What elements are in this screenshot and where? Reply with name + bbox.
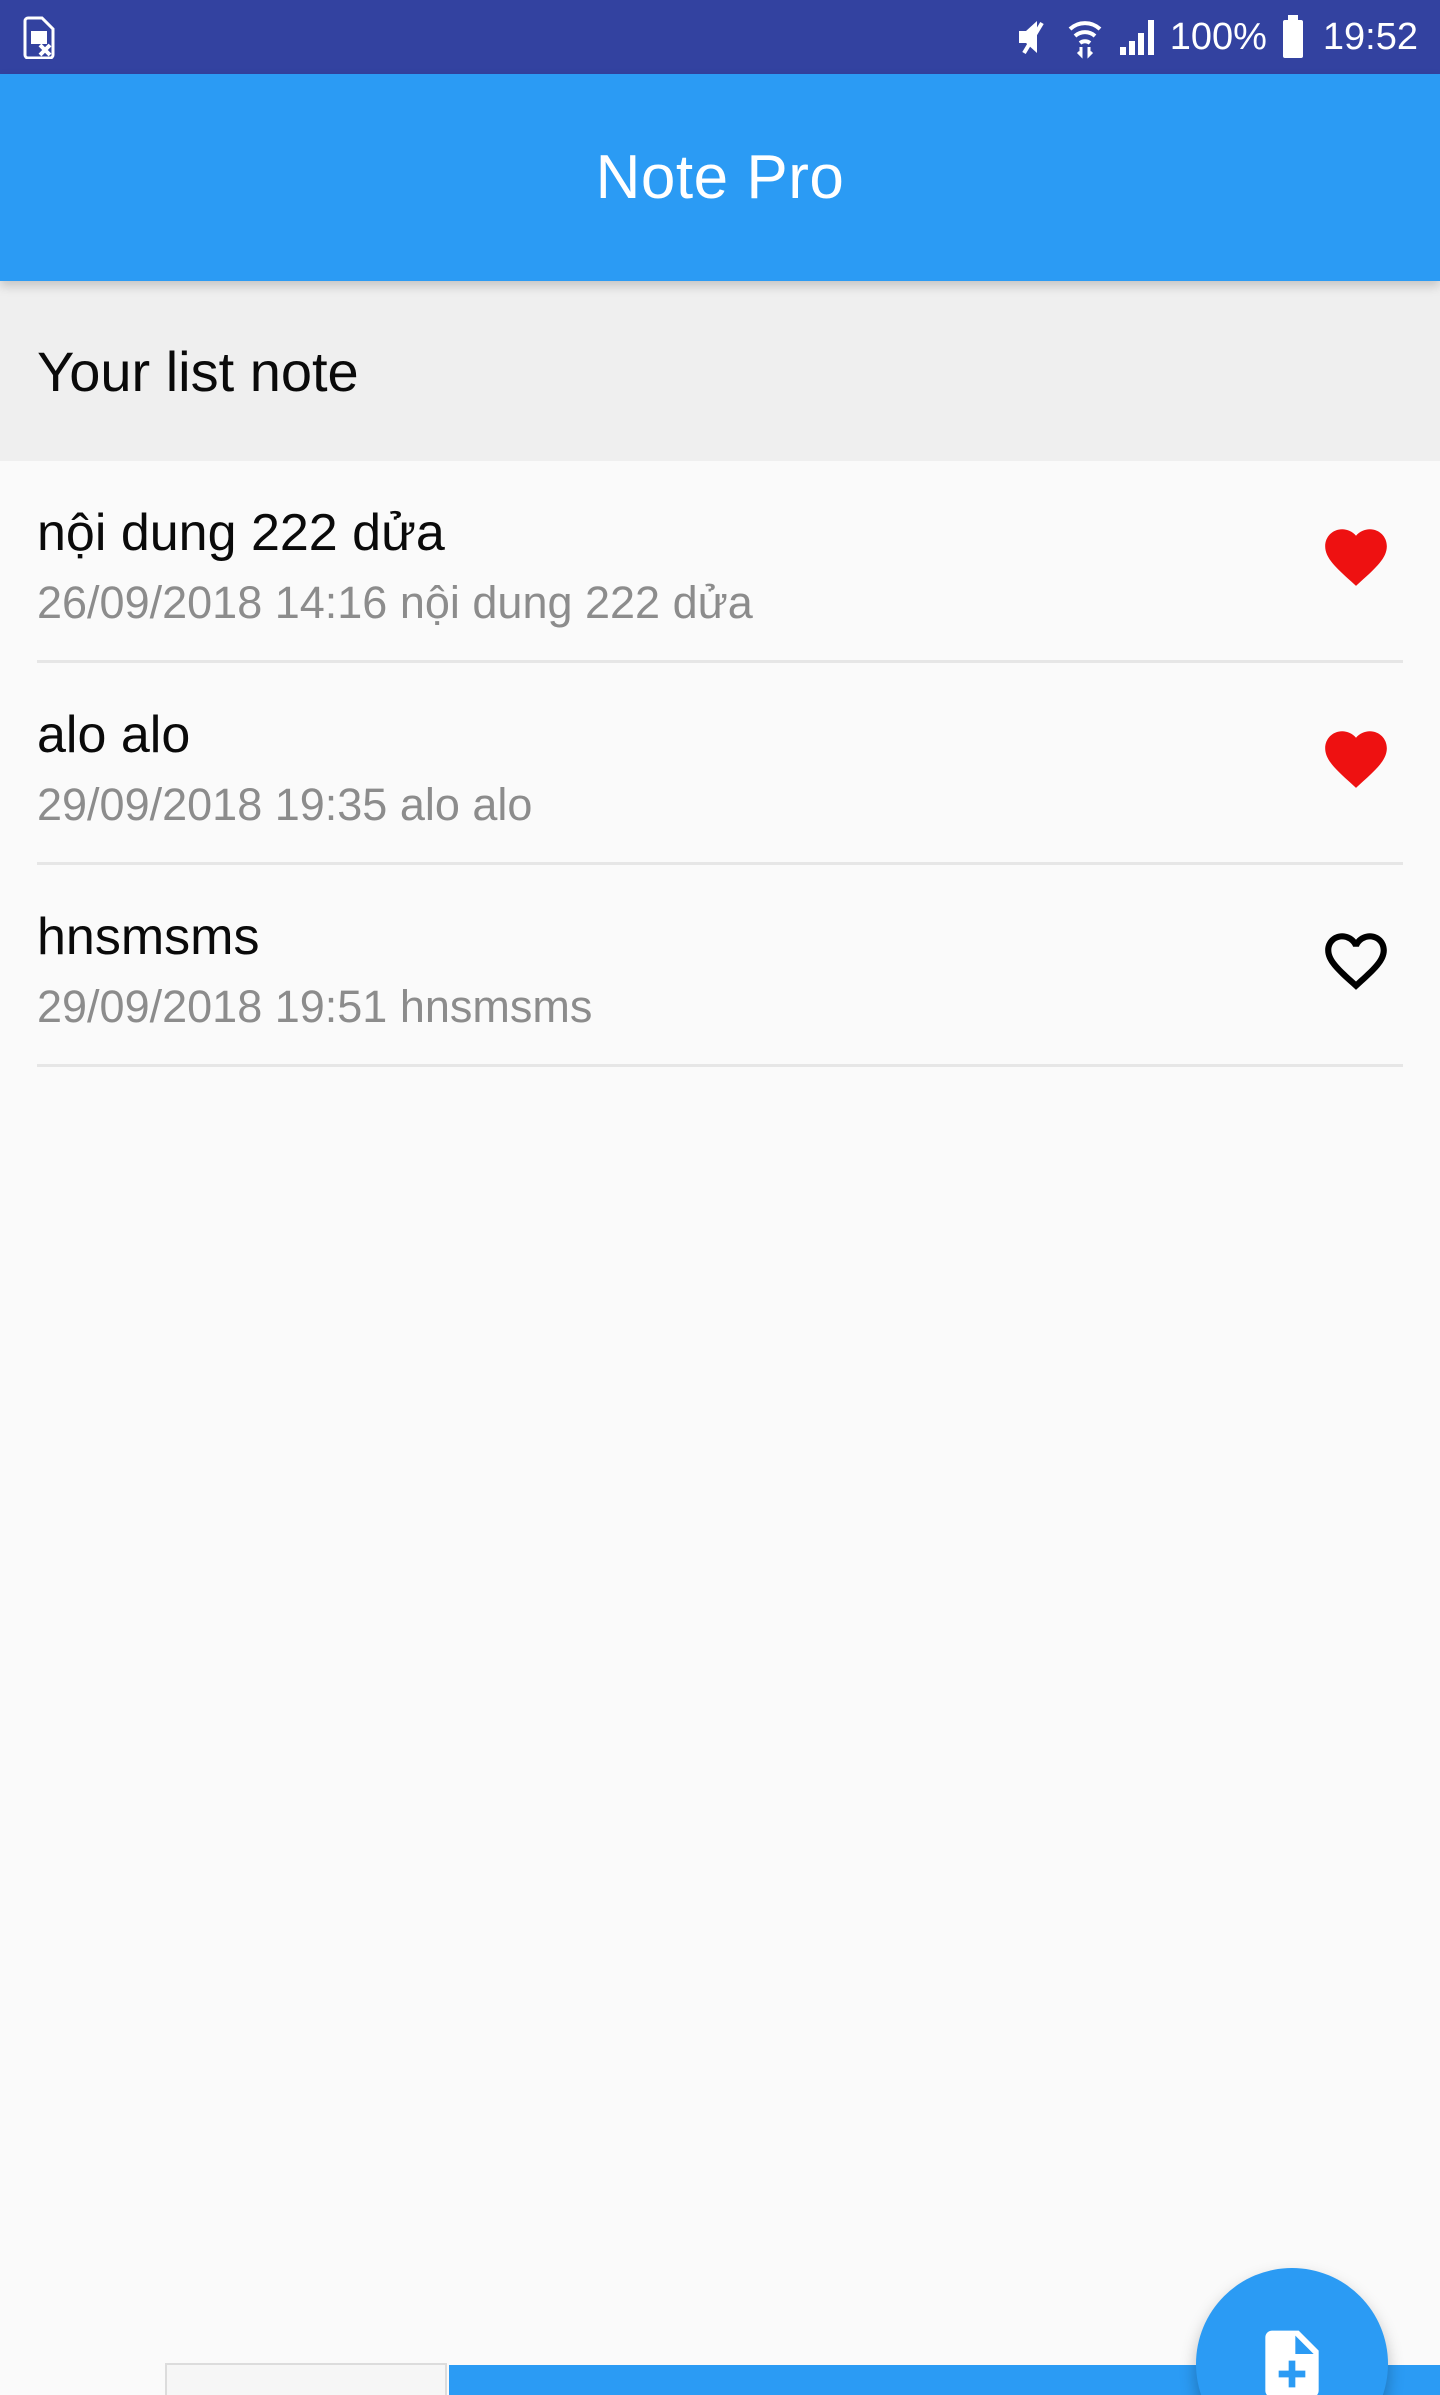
heart-filled-icon (1315, 520, 1397, 594)
favorite-toggle-button[interactable] (1301, 507, 1411, 607)
list-item[interactable]: hnsmsms 29/09/2018 19:51 hnsmsms (0, 865, 1440, 1067)
status-bar-clock: 19:52 (1322, 16, 1418, 58)
note-text-block: hnsmsms 29/09/2018 19:51 hnsmsms (37, 903, 1301, 1034)
note-text-block: alo alo 29/09/2018 19:35 alo alo (37, 701, 1301, 832)
favorite-toggle-button[interactable] (1301, 911, 1411, 1011)
note-subtitle: 26/09/2018 14:16 nội dung 222 dửa (37, 577, 753, 629)
list-item[interactable]: alo alo 29/09/2018 19:35 alo alo (0, 663, 1440, 865)
cellular-signal-icon (1117, 16, 1157, 58)
note-subtitle: 29/09/2018 19:51 hnsmsms (37, 981, 593, 1033)
sim-card-error-icon (22, 15, 56, 59)
phone-screen: 100% 19:52 Note Pro Your list note nội d… (0, 0, 1440, 2395)
battery-percent-label: 100% (1169, 16, 1267, 58)
note-title: hnsmsms (37, 908, 260, 966)
page-title: Note Pro (595, 143, 845, 212)
note-add-icon (1252, 2324, 1332, 2395)
bottom-bar-left-box[interactable] (165, 2363, 447, 2395)
app-bar: Note Pro (0, 74, 1440, 281)
note-title: alo alo (37, 706, 191, 764)
battery-full-icon (1280, 14, 1306, 60)
wifi-icon (1066, 15, 1104, 59)
favorite-toggle-button[interactable] (1301, 709, 1411, 809)
status-bar: 100% 19:52 (0, 0, 1440, 74)
status-bar-right-icons: 100% 19:52 (1015, 14, 1418, 60)
note-text-block: nội dung 222 dửa 26/09/2018 14:16 nội du… (37, 499, 1301, 630)
note-title: nội dung 222 dửa (37, 504, 445, 562)
add-note-fab[interactable] (1196, 2268, 1388, 2395)
heart-filled-icon (1315, 722, 1397, 796)
list-item[interactable]: nội dung 222 dửa 26/09/2018 14:16 nội du… (0, 461, 1440, 663)
note-list[interactable]: nội dung 222 dửa 26/09/2018 14:16 nội du… (0, 461, 1440, 1067)
list-divider (37, 1064, 1403, 1067)
heart-outline-icon (1315, 924, 1397, 998)
volume-mute-icon (1015, 16, 1053, 58)
list-section-header: Your list note (0, 281, 1440, 461)
list-section-header-label: Your list note (37, 339, 359, 403)
note-subtitle: 29/09/2018 19:35 alo alo (37, 779, 533, 831)
status-bar-left-icons (22, 15, 56, 59)
